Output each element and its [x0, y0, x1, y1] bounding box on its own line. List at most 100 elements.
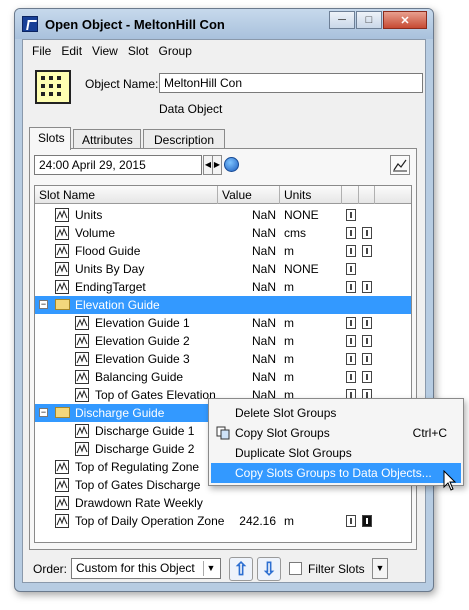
slot-value: 242.16 — [239, 514, 276, 528]
slot-value: NaN — [251, 370, 276, 384]
collapse-icon[interactable]: − — [39, 408, 48, 417]
column-flag-1 — [342, 186, 359, 204]
folder-icon — [55, 299, 70, 310]
slot-flag-icon[interactable] — [362, 371, 372, 383]
slot-flag-icon[interactable] — [346, 209, 356, 221]
table-row[interactable]: Flood Guide NaN m — [35, 242, 411, 260]
tab-attributes[interactable]: Attributes — [73, 129, 141, 149]
slot-series-icon — [55, 244, 69, 258]
move-up-button[interactable]: ⇧ — [229, 557, 253, 581]
table-row[interactable]: Units NaN NONE — [35, 206, 411, 224]
table-row[interactable]: Elevation Guide 2 NaN m — [35, 332, 411, 350]
column-value[interactable]: Value — [218, 186, 280, 204]
slot-name: Elevation Guide 1 — [95, 316, 190, 330]
menu-view[interactable]: View — [87, 44, 123, 58]
table-row[interactable]: Balancing Guide NaN m — [35, 368, 411, 386]
order-dropdown[interactable]: Custom for this Object ▼ — [71, 558, 221, 579]
slot-value: NaN — [251, 334, 276, 348]
menu-file[interactable]: File — [27, 44, 56, 58]
slot-flag-icon[interactable] — [346, 371, 356, 383]
slot-units: m — [284, 352, 294, 366]
globe-icon[interactable] — [224, 157, 239, 172]
slot-name: EndingTarget — [75, 280, 146, 294]
slot-name: Discharge Guide 1 — [95, 424, 195, 438]
menu-group[interactable]: Group — [154, 44, 197, 58]
slot-series-icon — [55, 514, 69, 528]
collapse-icon[interactable]: − — [39, 300, 48, 309]
slot-name: Top of Daily Operation Zone — [75, 514, 225, 528]
slot-flag-icon[interactable] — [346, 227, 356, 239]
tab-slots[interactable]: Slots — [29, 127, 71, 150]
slot-series-icon — [75, 424, 89, 438]
object-name-field[interactable]: MeltonHill Con — [159, 73, 423, 93]
slot-flag-icon[interactable] — [362, 515, 372, 527]
datetime-field[interactable]: 24:00 April 29, 2015 — [34, 155, 202, 175]
slot-flag-icon[interactable] — [362, 317, 372, 329]
window-controls: ─ □ ✕ — [328, 11, 427, 29]
slot-units: m — [284, 280, 294, 294]
maximize-icon[interactable]: □ — [356, 11, 382, 29]
slot-table: Slot Name Value Units Units NaN NONE Volume… — [34, 185, 412, 543]
filter-slots-checkbox[interactable] — [289, 562, 302, 575]
slot-flag-icon[interactable] — [362, 353, 372, 365]
plot-icon[interactable] — [390, 155, 410, 175]
slot-flag-icon[interactable] — [346, 263, 356, 275]
menu-edit[interactable]: Edit — [56, 44, 87, 58]
next-timestep-button[interactable]: ▶ — [212, 155, 222, 175]
slot-series-icon — [55, 208, 69, 222]
slot-units: NONE — [284, 262, 319, 276]
slot-flag-icon[interactable] — [362, 281, 372, 293]
filter-options-button[interactable]: ▼ — [372, 558, 388, 579]
slot-units: cms — [284, 226, 306, 240]
table-row[interactable]: Elevation Guide 1 NaN m — [35, 314, 411, 332]
slot-value: NaN — [251, 280, 276, 294]
slot-value: NaN — [251, 262, 276, 276]
slot-series-icon — [55, 460, 69, 474]
order-label: Order: — [33, 562, 68, 576]
slot-series-icon — [55, 262, 69, 276]
menu-slot[interactable]: Slot — [123, 44, 154, 58]
title-bar[interactable]: Open Object - MeltonHill Con ─ □ ✕ — [15, 9, 433, 39]
table-row[interactable]: Top of Daily Operation Zone 242.16 m — [35, 512, 411, 530]
table-row[interactable]: Volume NaN cms — [35, 224, 411, 242]
slot-flag-icon[interactable] — [362, 227, 372, 239]
slot-name: Drawdown Rate Weekly — [75, 496, 203, 510]
order-value: Custom for this Object — [76, 561, 195, 575]
slot-flag-icon[interactable] — [362, 245, 372, 257]
table-row[interactable]: EndingTarget NaN m — [35, 278, 411, 296]
minimize-icon[interactable]: ─ — [329, 11, 355, 29]
column-slot-name[interactable]: Slot Name — [35, 186, 218, 204]
column-units[interactable]: Units — [280, 186, 342, 204]
menu-item-shortcut: Ctrl+C — [412, 426, 447, 440]
folder-icon — [55, 407, 70, 418]
move-down-button[interactable]: ⇩ — [257, 557, 281, 581]
table-row[interactable]: Drawdown Rate Weekly — [35, 494, 411, 512]
slot-value: NaN — [251, 316, 276, 330]
slot-group-row[interactable]: − Elevation Guide — [35, 296, 411, 314]
slot-flag-icon[interactable] — [346, 317, 356, 329]
slot-name: Volume — [75, 226, 116, 240]
slot-value: NaN — [251, 244, 276, 258]
slots-panel: 24:00 April 29, 2015 ◀ ▶ Slot Name Value… — [29, 148, 417, 550]
tab-description[interactable]: Description — [143, 129, 225, 149]
slot-flag-icon[interactable] — [346, 245, 356, 257]
menu-item-copy-to-data-objects[interactable]: Copy Slots Groups to Data Objects... — [211, 463, 461, 483]
slot-series-icon — [55, 280, 69, 294]
table-row[interactable]: Units By Day NaN NONE — [35, 260, 411, 278]
slot-flag-icon[interactable] — [346, 335, 356, 347]
slot-flag-icon[interactable] — [346, 353, 356, 365]
slot-flag-icon[interactable] — [346, 281, 356, 293]
close-icon[interactable]: ✕ — [383, 11, 427, 29]
slot-flag-icon[interactable] — [362, 335, 372, 347]
slot-value: NaN — [251, 352, 276, 366]
slot-name: Elevation Guide 2 — [95, 334, 190, 348]
menu-item-delete-slot-groups[interactable]: Delete Slot Groups — [211, 403, 461, 423]
slot-flag-icon[interactable] — [346, 515, 356, 527]
table-row[interactable]: Elevation Guide 3 NaN m — [35, 350, 411, 368]
footer-bar: Order: Custom for this Object ▼ ⇧ ⇩ Filt… — [23, 554, 425, 584]
column-flag-2 — [359, 186, 375, 204]
object-name-label: Object Name: — [85, 77, 159, 91]
slot-series-icon — [55, 496, 69, 510]
menu-item-duplicate-slot-groups[interactable]: Duplicate Slot Groups — [211, 443, 461, 463]
menu-item-copy-slot-groups[interactable]: Copy Slot Groups Ctrl+C — [211, 423, 461, 443]
